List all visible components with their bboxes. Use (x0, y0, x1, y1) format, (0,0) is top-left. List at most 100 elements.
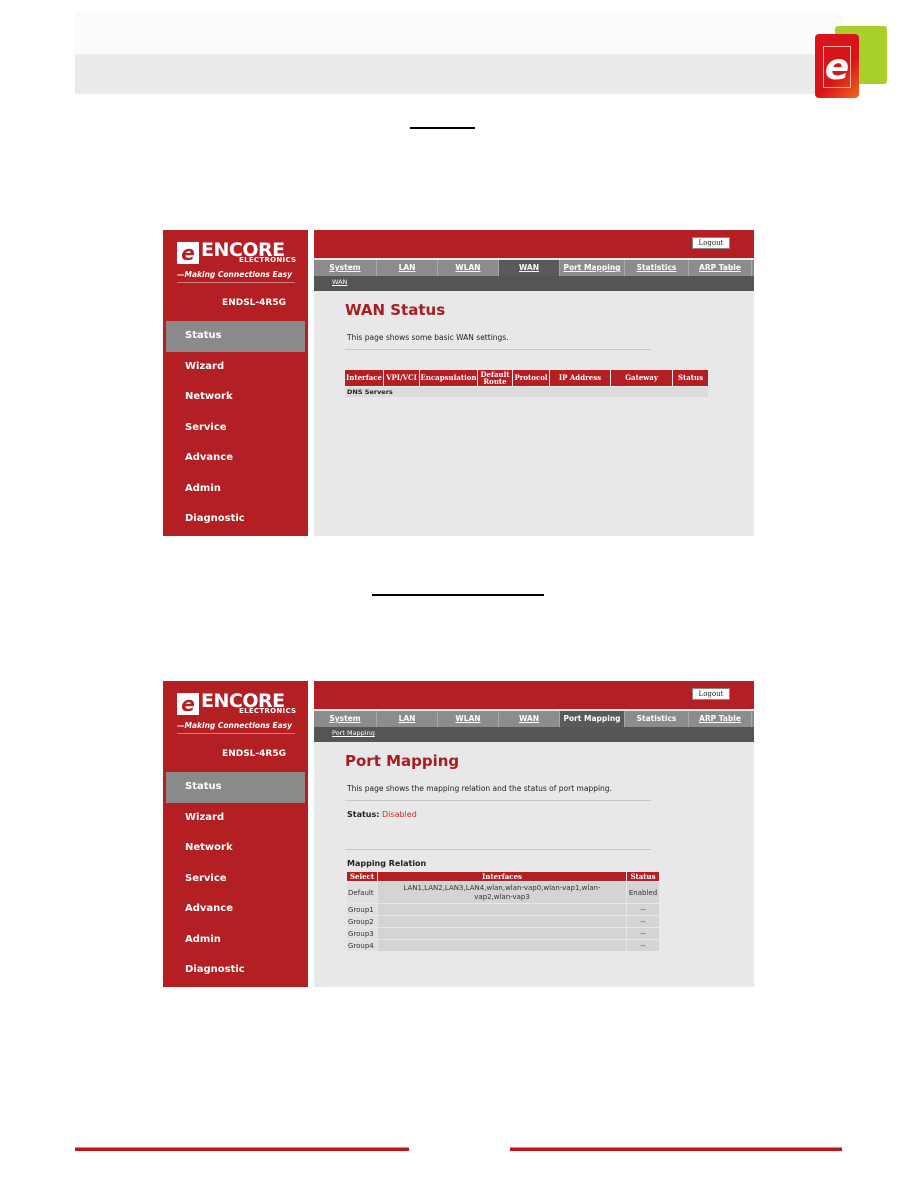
logout-button[interactable]: Logout (692, 237, 730, 249)
sidebar-item-service[interactable]: Service (166, 864, 305, 895)
table-row[interactable]: Group1 -- (347, 904, 660, 915)
sidebar: e ENCORE ELECTRONICS —Making Connections… (163, 230, 308, 536)
tab-system[interactable]: System (314, 260, 377, 276)
page-description: This page shows the mapping relation and… (347, 784, 612, 793)
mapping-table: Select Interfaces Status Default LAN1,LA… (347, 872, 660, 952)
row-interfaces (378, 904, 626, 915)
dns-servers-row: DNS Servers (345, 387, 708, 397)
divider (345, 849, 651, 850)
sidebar-item-admin[interactable]: Admin (166, 474, 305, 505)
tab-arp-table[interactable]: ARP Table (689, 260, 752, 276)
tab-arp-table[interactable]: ARP Table (689, 711, 752, 727)
sidebar-item-diagnostic[interactable]: Diagnostic (166, 504, 305, 535)
logo-e-glyph: e (823, 46, 851, 88)
mapping-relation-title: Mapping Relation (347, 859, 427, 868)
row-interfaces (378, 916, 626, 927)
table-row[interactable]: Group2 -- (347, 916, 660, 927)
tab-system[interactable]: System (314, 711, 377, 727)
footer-rule-right (510, 1147, 842, 1151)
column-header-interfaces: Interfaces (378, 872, 626, 881)
row-status: -- (627, 928, 659, 939)
tab-lan[interactable]: LAN (377, 711, 438, 727)
column-header-encapsulation: Encapsulation (420, 370, 477, 386)
tab-wlan[interactable]: WLAN (438, 260, 499, 276)
encore-e-logo-icon: e (815, 26, 893, 100)
tab-port-mapping[interactable]: Port Mapping (560, 711, 625, 727)
section-heading-rule-port-mapping (372, 594, 544, 596)
row-select[interactable]: Default (347, 882, 377, 903)
subnav-link-wan[interactable]: WAN (332, 278, 347, 286)
mapping-table-header: Select Interfaces Status (347, 872, 660, 881)
page-header-band: e (75, 12, 887, 98)
tab-statistics[interactable]: Statistics (625, 711, 689, 727)
status-value: Disabled (382, 810, 417, 819)
encore-e-icon: e (177, 242, 199, 264)
tab-bar: System LAN WLAN WAN Port Mapping Statist… (314, 711, 754, 727)
column-header-gateway: Gateway (611, 370, 672, 386)
footer-rule-left (75, 1147, 409, 1151)
sidebar-item-admin[interactable]: Admin (166, 925, 305, 956)
sidebar-item-wizard[interactable]: Wizard (166, 803, 305, 834)
logo-divider (177, 282, 295, 283)
row-status: -- (627, 916, 659, 927)
row-select[interactable]: Group1 (347, 904, 377, 915)
logo-tagline: —Making Connections Easy (177, 270, 293, 279)
tab-statistics[interactable]: Statistics (625, 260, 689, 276)
row-select[interactable]: Group2 (347, 916, 377, 927)
logo-sub: ELECTRONICS (239, 707, 297, 715)
table-row[interactable]: Group4 -- (347, 940, 660, 951)
row-interfaces: LAN1,LAN2,LAN3,LAN4,wlan,wlan-vap0,wlan-… (378, 882, 626, 903)
wan-table-header: Interface VPI/VCI Encapsulation Default … (345, 370, 709, 386)
dns-servers-label: DNS Servers (347, 388, 393, 396)
top-bar: Logout (314, 681, 754, 709)
tab-lan[interactable]: LAN (377, 260, 438, 276)
divider (345, 349, 651, 350)
page-title: WAN Status (345, 301, 446, 319)
status-label: Status: (347, 810, 380, 819)
sub-nav-bar: WAN (314, 276, 754, 291)
subnav-link-port-mapping[interactable]: Port Mapping (332, 729, 375, 737)
main-content: Logout System LAN WLAN WAN Port Mapping … (314, 681, 754, 987)
sidebar-item-wizard[interactable]: Wizard (166, 352, 305, 383)
model-name: ENDSL-4R5G (222, 298, 286, 308)
row-status: Enabled (627, 882, 659, 903)
column-header-select: Select (347, 872, 377, 881)
tab-wlan[interactable]: WLAN (438, 711, 499, 727)
sidebar-item-advance[interactable]: Advance (166, 443, 305, 474)
screenshot-wan-status: e ENCORE ELECTRONICS —Making Connections… (163, 230, 754, 536)
tab-wan[interactable]: WAN (499, 711, 560, 727)
page-description: This page shows some basic WAN settings. (347, 333, 509, 342)
table-row[interactable]: Default LAN1,LAN2,LAN3,LAN4,wlan,wlan-va… (347, 882, 660, 903)
sidebar-nav: Status Wizard Network Service Advance Ad… (166, 772, 305, 986)
sidebar-item-network[interactable]: Network (166, 833, 305, 864)
tab-port-mapping[interactable]: Port Mapping (560, 260, 625, 276)
encore-e-icon: e (177, 693, 199, 715)
screenshot-port-mapping: e ENCORE ELECTRONICS —Making Connections… (163, 681, 754, 987)
sidebar-item-network[interactable]: Network (166, 382, 305, 413)
sub-nav-bar: Port Mapping (314, 727, 754, 742)
column-header-vpi-vci: VPI/VCI (384, 370, 419, 386)
row-status: -- (627, 904, 659, 915)
top-bar: Logout (314, 230, 754, 258)
sidebar-item-status[interactable]: Status (166, 772, 305, 803)
row-status: -- (627, 940, 659, 951)
port-mapping-status: Status: Disabled (347, 810, 417, 819)
main-content: Logout System LAN WLAN WAN Port Mapping … (314, 230, 754, 536)
row-interfaces (378, 940, 626, 951)
sidebar-item-diagnostic[interactable]: Diagnostic (166, 955, 305, 986)
sidebar-item-status[interactable]: Status (166, 321, 305, 352)
sidebar-item-advance[interactable]: Advance (166, 894, 305, 925)
column-header-interface: Interface (345, 370, 383, 386)
column-header-status: Status (673, 370, 708, 386)
row-select[interactable]: Group3 (347, 928, 377, 939)
tab-wan[interactable]: WAN (499, 260, 560, 276)
row-interfaces (378, 928, 626, 939)
logo-sub: ELECTRONICS (239, 256, 297, 264)
sidebar-item-service[interactable]: Service (166, 413, 305, 444)
logout-button[interactable]: Logout (692, 688, 730, 700)
column-header-status: Status (627, 872, 659, 881)
row-select[interactable]: Group4 (347, 940, 377, 951)
sidebar-nav: Status Wizard Network Service Advance Ad… (166, 321, 305, 535)
table-row[interactable]: Group3 -- (347, 928, 660, 939)
logo-tagline: —Making Connections Easy (177, 721, 293, 730)
